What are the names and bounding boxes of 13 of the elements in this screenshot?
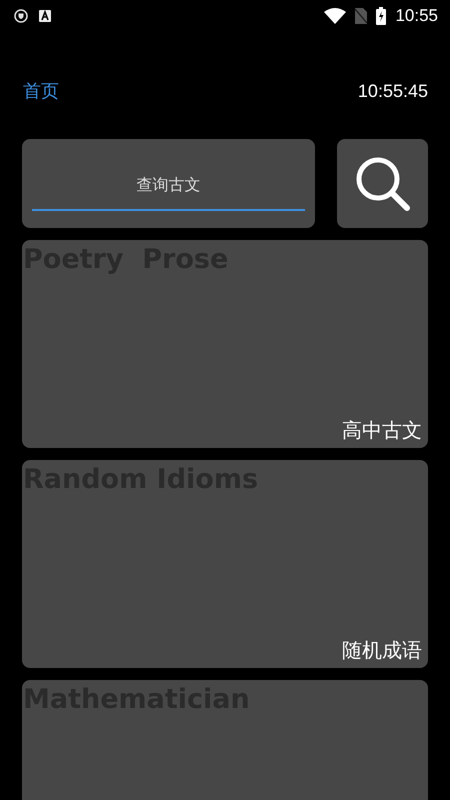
search-icon bbox=[354, 154, 412, 212]
shield-icon bbox=[14, 9, 28, 23]
wifi-icon bbox=[324, 8, 346, 24]
search-field[interactable]: 查询古文 bbox=[22, 139, 315, 228]
clock-text: 10:55:45 bbox=[358, 80, 428, 102]
no-sim-icon bbox=[355, 8, 368, 24]
card-label: 高中古文 bbox=[342, 417, 423, 444]
card-label: 随机成语 bbox=[342, 637, 423, 664]
search-button[interactable] bbox=[337, 139, 428, 228]
status-time: 10:55 bbox=[395, 6, 438, 26]
battery-icon bbox=[376, 7, 386, 25]
letter-a-icon bbox=[38, 9, 52, 23]
page-title[interactable]: 首页 bbox=[23, 79, 59, 103]
